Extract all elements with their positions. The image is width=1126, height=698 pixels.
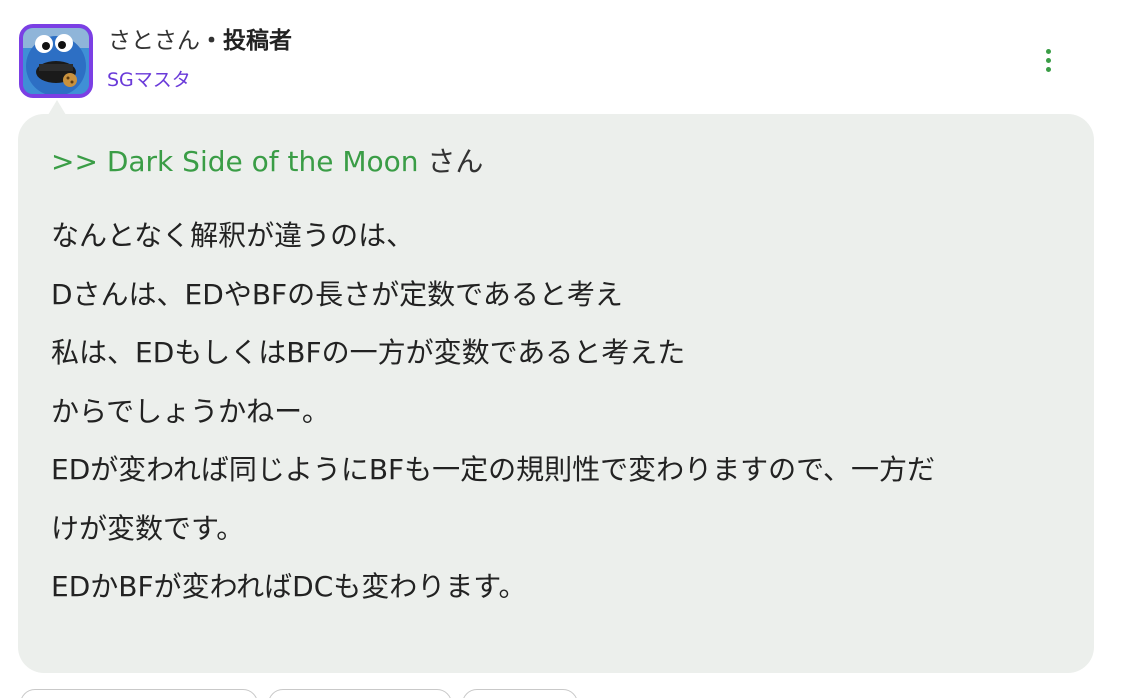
comment-body-line: 私は、EDもしくはBFの一方が変数であると考えた (51, 336, 686, 369)
comment-body-line: Dさんは、EDやBFの長さが定数であると考え (51, 277, 623, 311)
author-separator: ・ (200, 28, 223, 54)
author-badge[interactable]: SGマスタ (107, 68, 191, 92)
cookie-monster-avatar-image (23, 28, 89, 94)
comment-body-line: EDかBFが変わればDCも変わります。 (51, 570, 527, 603)
bubble-tail (48, 100, 66, 115)
comment-post: さとさん・投稿者 SGマスタ >> Dark Side of the Moon … (0, 0, 1126, 698)
reply-line: >> Dark Side of the Moon さん (51, 142, 1062, 182)
comment-body-line: からでしょうかねー。 (51, 394, 330, 428)
reaction-button[interactable] (462, 689, 578, 698)
author-line: さとさん・投稿者 (108, 26, 292, 56)
menu-dot (1045, 57, 1051, 63)
menu-dot (1045, 48, 1051, 54)
more-vertical-icon[interactable] (1036, 44, 1060, 76)
comment-body-line: なんとなく解釈が違うのは、 (51, 219, 415, 252)
author-name[interactable]: さとさん (108, 28, 200, 54)
reply-to-link[interactable]: >> Dark Side of the Moon (51, 145, 419, 178)
user-avatar[interactable] (19, 24, 93, 98)
comment-body-line: けが変数です。 (51, 511, 245, 545)
comment-bubble: >> Dark Side of the Moon さん なんとなく解釈が違うのは… (18, 114, 1094, 673)
reaction-button[interactable] (20, 689, 258, 698)
reaction-button[interactable] (268, 689, 452, 698)
reply-honorific: さん (418, 145, 484, 178)
menu-dot (1045, 66, 1051, 72)
author-role-label: 投稿者 (223, 28, 292, 54)
comment-body-line: EDが変われば同じようにBFも一定の規則性で変わりますので、一方だ (51, 453, 936, 486)
